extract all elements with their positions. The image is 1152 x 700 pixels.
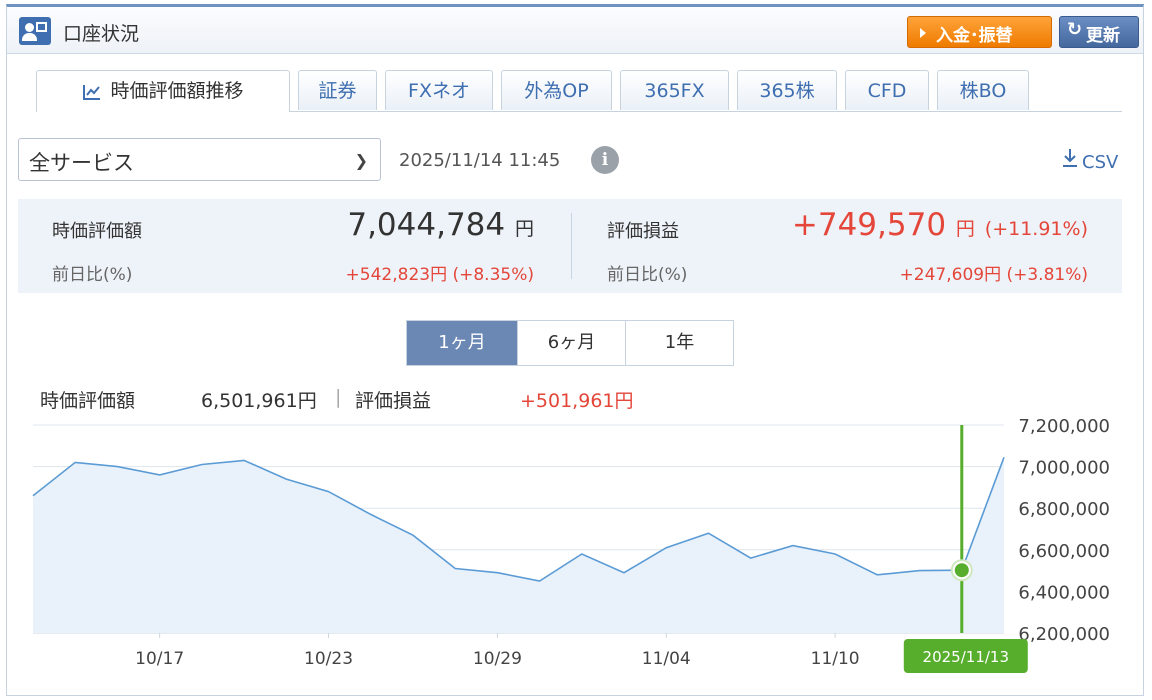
y-tick-label: 6,800,000	[1018, 499, 1110, 520]
chart-area-fill	[33, 457, 1004, 633]
y-tick-label: 7,200,000	[1018, 416, 1110, 437]
x-tick-label: 11/10	[811, 649, 860, 669]
y-tick-label: 7,000,000	[1018, 458, 1110, 479]
x-tick-label: 10/23	[304, 649, 353, 669]
y-tick-label: 6,400,000	[1018, 582, 1110, 603]
y-tick-label: 6,200,000	[1018, 624, 1110, 645]
cursor-date-label: 2025/11/13	[923, 648, 1009, 666]
y-tick-label: 6,600,000	[1018, 541, 1110, 562]
cursor-point	[954, 563, 969, 578]
x-tick-label: 10/29	[473, 649, 522, 669]
market-value-chart[interactable]: 6,200,000 6,400,000 6,600,000 6,800,000 7,00…	[0, 0, 1152, 700]
x-tick-label: 10/17	[135, 649, 184, 669]
x-tick-label: 11/04	[642, 649, 691, 669]
